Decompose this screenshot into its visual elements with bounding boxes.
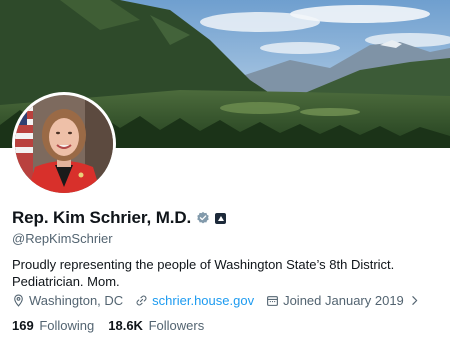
profile-bio: Proudly representing the people of Washi… <box>12 257 395 289</box>
following-label: Following <box>39 318 95 333</box>
followers-label: Followers <box>148 318 205 333</box>
following-count: 169 <box>12 318 34 333</box>
profile-stats: 169 Following 18.6K Followers <box>12 318 218 333</box>
followers-count: 18.6K <box>108 318 143 333</box>
profile-name: Rep. Kim Schrier, M.D. <box>12 208 192 227</box>
following-link[interactable]: 169 Following <box>12 318 94 333</box>
followers-link[interactable]: 18.6K Followers <box>108 318 204 333</box>
verified-badge-icon[interactable] <box>196 211 210 225</box>
profile-location: Washington, DC <box>12 293 123 308</box>
calendar-icon <box>267 296 278 306</box>
profile-website[interactable]: schrier.house.gov <box>135 293 254 308</box>
location-text: Washington, DC <box>29 293 124 308</box>
profile-joined[interactable]: Joined January 2019 <box>266 293 421 308</box>
profile-name-row: Rep. Kim Schrier, M.D. <box>12 208 227 228</box>
website-link[interactable]: schrier.house.gov <box>152 293 254 308</box>
joined-text: Joined January 2019 <box>283 293 404 308</box>
profile-handle: @RepKimSchrier <box>12 231 113 246</box>
chevron-right-icon[interactable] <box>408 294 421 307</box>
government-affiliation-icon[interactable] <box>215 212 227 224</box>
avatar-photo <box>15 95 113 193</box>
location-pin-icon <box>14 294 23 307</box>
link-icon <box>136 295 147 306</box>
profile-meta: Washington, DC schrier.house.gov Joined … <box>12 293 433 308</box>
profile-avatar[interactable] <box>12 92 116 196</box>
